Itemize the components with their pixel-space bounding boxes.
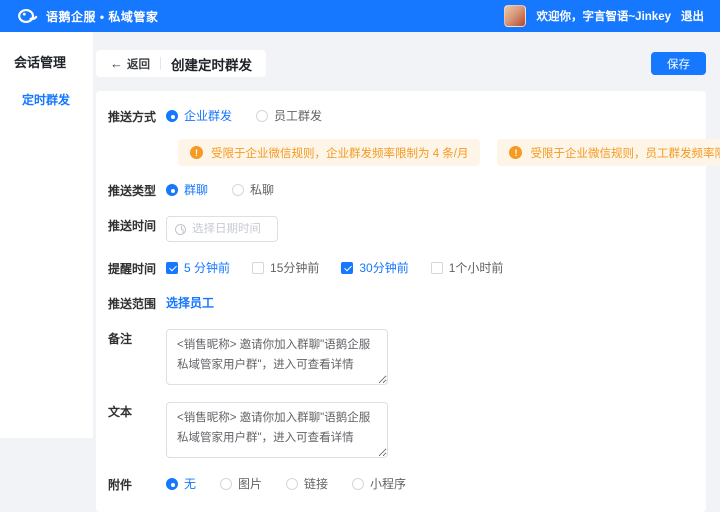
radio-selected-icon [166,110,178,122]
text-label: 文本 [108,402,166,420]
datetime-picker[interactable] [166,216,278,242]
brand-title: 语鹅企服 • 私域管家 [46,8,158,25]
save-button[interactable]: 保存 [651,52,706,75]
main-area: ← 返回 创建定时群发 保存 推送方式 企业群发 [93,32,720,512]
form-row-push-scope: 推送范围 选择员工 [108,294,690,312]
warning-staff-limit: 受限于企业微信规则，员工群发频率限制为 1 条/天 [497,139,720,166]
checkbox-unchecked-icon [252,262,264,274]
radio-attachment-link[interactable]: 链接 [286,475,328,492]
attachment-label: 附件 [108,475,166,493]
checkbox-checked-icon [341,262,353,274]
radio-attachment-image[interactable]: 图片 [220,475,262,492]
attachment-options: 无 图片 链接 小程序 [166,475,430,492]
checkbox-1-hour-before[interactable]: 1个小时前 [431,259,504,276]
push-method-label: 推送方式 [108,107,166,125]
checkbox-30-minutes-before[interactable]: 30分钟前 [341,259,408,276]
sidebar-section-conversation-management: 会话管理 [14,52,93,71]
checkbox-15-minutes-before[interactable]: 15分钟前 [252,259,319,276]
push-time-control [166,216,278,242]
remind-time-options: 5 分钟前 15分钟前 30分钟前 1个小时前 [166,259,525,276]
push-scope-control: 选择员工 [166,294,214,311]
welcome-text: 欢迎你，字言智语~Jinkey [536,8,671,24]
warning-enterprise-limit: 受限于企业微信规则，企业群发频率限制为 4 条/月 [178,139,480,166]
layout: 会话管理 定时群发 ← 返回 创建定时群发 保存 [0,32,720,512]
checkbox-unchecked-icon [431,262,443,274]
radio-group-chat[interactable]: 群聊 [166,181,208,198]
datetime-input[interactable] [192,223,269,235]
user-avatar[interactable] [504,5,526,27]
radio-unselected-icon [220,478,232,490]
sidebar-item-scheduled-group-send[interactable]: 定时群发 [14,91,93,108]
app: 语鹅企服 • 私域管家 欢迎你，字言智语~Jinkey 退出 会话管理 定时群发… [0,0,720,512]
radio-attachment-miniprogram[interactable]: 小程序 [352,475,406,492]
radio-attachment-none[interactable]: 无 [166,475,196,492]
form-row-remark: 备注 <销售昵称> 邀请你加入群聊"语鹅企服私域管家用户群"，进入可查看详情 [108,329,690,385]
sidebar: 会话管理 定时群发 [0,32,93,512]
warning-icon [509,146,522,159]
push-scope-label: 推送范围 [108,294,166,312]
sidebar-panel: 会话管理 定时群发 [0,32,93,438]
checkbox-checked-icon [166,262,178,274]
page-title: 创建定时群发 [171,54,252,74]
form-row-attachment: 附件 无 图片 链接 [108,475,690,493]
remind-time-label: 提醒时间 [108,259,166,277]
radio-enterprise-group-send[interactable]: 企业群发 [166,107,232,124]
back-button[interactable]: ← 返回 [110,56,150,72]
form-row-remind-time: 提醒时间 5 分钟前 15分钟前 30分钟前 [108,259,690,277]
form-card: 推送方式 企业群发 员工群发 [96,91,706,512]
text-control: <销售昵称> 邀请你加入群聊"语鹅企服私域管家用户群"，进入可查看详情 [166,402,388,458]
push-time-label: 推送时间 [108,216,166,234]
breadcrumb: ← 返回 创建定时群发 [96,50,266,77]
radio-selected-icon [166,184,178,196]
form-row-text: 文本 <销售昵称> 邀请你加入群聊"语鹅企服私域管家用户群"，进入可查看详情 [108,402,690,458]
logout-link[interactable]: 退出 [681,8,704,24]
radio-selected-icon [166,478,178,490]
radio-staff-group-send[interactable]: 员工群发 [256,107,322,124]
remark-control: <销售昵称> 邀请你加入群聊"语鹅企服私域管家用户群"，进入可查看详情 [166,329,388,385]
select-staff-link[interactable]: 选择员工 [166,294,214,311]
toolbar: ← 返回 创建定时群发 保存 [96,50,706,77]
brand-logo-goose-icon [16,5,38,27]
radio-unselected-icon [352,478,364,490]
breadcrumb-divider [160,57,161,70]
text-textarea[interactable]: <销售昵称> 邀请你加入群聊"语鹅企服私域管家用户群"，进入可查看详情 [166,402,388,458]
back-label: 返回 [127,56,150,72]
top-navbar: 语鹅企服 • 私域管家 欢迎你，字言智语~Jinkey 退出 [0,0,720,32]
remark-textarea[interactable]: <销售昵称> 邀请你加入群聊"语鹅企服私域管家用户群"，进入可查看详情 [166,329,388,385]
radio-private-chat[interactable]: 私聊 [232,181,274,198]
clock-icon [175,224,186,235]
radio-unselected-icon [232,184,244,196]
back-arrow-icon: ← [110,57,123,70]
form-row-push-method: 推送方式 企业群发 员工群发 [108,107,690,125]
push-type-label: 推送类型 [108,181,166,199]
form-row-push-time: 推送时间 [108,216,690,242]
topbar-right: 欢迎你，字言智语~Jinkey 退出 [504,5,704,27]
form-row-push-type: 推送类型 群聊 私聊 [108,181,690,199]
remark-label: 备注 [108,329,166,347]
push-type-options: 群聊 私聊 [166,181,298,198]
radio-unselected-icon [286,478,298,490]
radio-unselected-icon [256,110,268,122]
warning-icon [190,146,203,159]
warning-row: 受限于企业微信规则，企业群发频率限制为 4 条/月 受限于企业微信规则，员工群发… [108,139,690,166]
checkbox-5-minutes-before[interactable]: 5 分钟前 [166,259,230,276]
push-method-options: 企业群发 员工群发 [166,107,346,124]
